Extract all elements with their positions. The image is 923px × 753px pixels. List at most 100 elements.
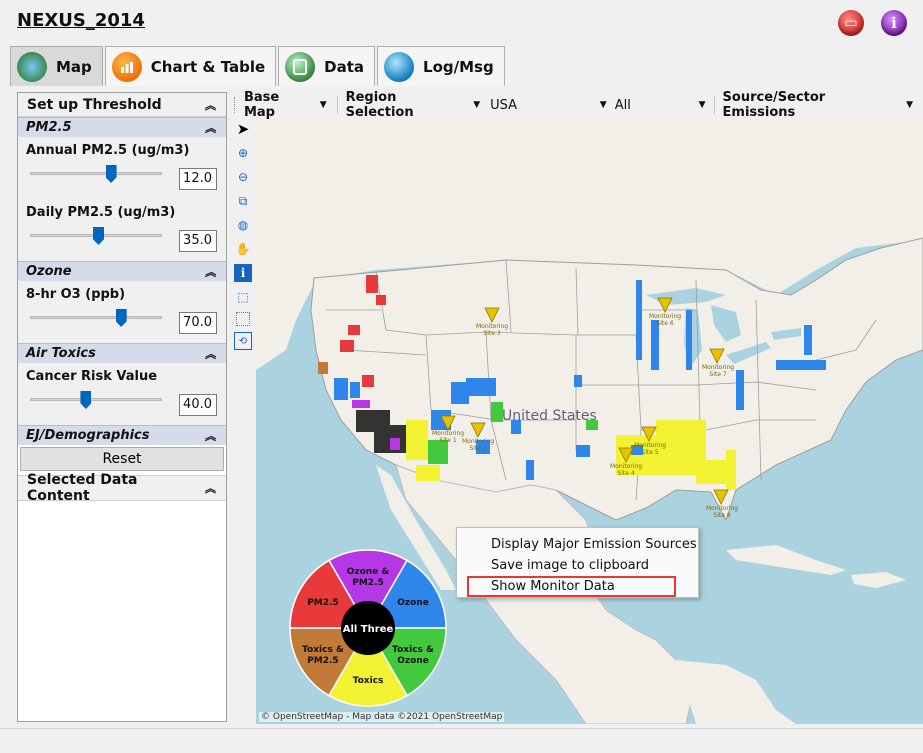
cancer-risk-value[interactable]: 40.0 bbox=[179, 394, 217, 416]
menu-item-show-monitor-data[interactable]: Show Monitor Data bbox=[467, 576, 676, 597]
book-icon[interactable]: ▭ bbox=[838, 10, 864, 36]
selected-data-header[interactable]: Selected Data Content ︽ bbox=[18, 472, 226, 504]
section-ozone-body: 8-hr O3 (ppb) 70.0 bbox=[18, 281, 226, 343]
monitor-label-site-5[interactable]: Monitoring Site 5 bbox=[634, 442, 666, 456]
caret-down-icon: ▼ bbox=[599, 100, 607, 110]
region-value: USA bbox=[490, 97, 518, 113]
monitor-label-line: Monitoring bbox=[462, 438, 495, 445]
cancer-risk-slider-thumb[interactable] bbox=[80, 391, 92, 409]
region-select[interactable]: USA ▼ bbox=[490, 98, 607, 113]
title-bar: NEXUS_2014 ▭ i bbox=[0, 0, 923, 44]
section-title: EJ/Demographics bbox=[26, 428, 150, 443]
section-title: Air Toxics bbox=[26, 346, 96, 361]
land-hispaniola bbox=[851, 572, 906, 588]
tab-map[interactable]: Map bbox=[10, 46, 103, 86]
base-map-dropdown[interactable]: Base Map ▼ bbox=[244, 90, 327, 120]
map-toolbar: Base Map ▼ Region Selection ▼ USA ▼ All ▼ So… bbox=[232, 90, 923, 120]
monitor-label-site-6[interactable]: Monitoring Site 6 bbox=[649, 313, 681, 327]
tab-chart-table[interactable]: Chart & Table bbox=[104, 46, 277, 86]
legend-segment-label: Ozone bbox=[397, 598, 429, 608]
select-rectangle-icon[interactable] bbox=[236, 312, 250, 326]
monitor-label-line: Site 7 bbox=[709, 371, 727, 378]
identify-info-icon[interactable]: i bbox=[234, 264, 252, 282]
annual-pm25-slider-thumb[interactable] bbox=[105, 165, 117, 183]
slider-track[interactable] bbox=[30, 316, 162, 319]
o3-value[interactable]: 70.0 bbox=[179, 312, 217, 334]
legend-segment-label: Toxics bbox=[353, 676, 384, 686]
menu-item-display-major-emission-sources[interactable]: Display Major Emission Sources bbox=[457, 534, 698, 555]
cancer-risk-label: Cancer Risk Value bbox=[26, 369, 158, 384]
collapse-icon[interactable]: ︽ bbox=[205, 480, 216, 496]
app-title: NEXUS_2014 bbox=[17, 10, 145, 31]
section-pm25-header[interactable]: PM2.5 ︽ bbox=[18, 117, 226, 137]
reset-button[interactable]: Reset bbox=[20, 447, 224, 471]
select-features-icon[interactable]: ⬚ bbox=[234, 288, 252, 306]
section-air-toxics-header[interactable]: Air Toxics ︽ bbox=[18, 343, 226, 363]
slider-track[interactable] bbox=[30, 398, 162, 401]
collapse-icon[interactable]: ︽ bbox=[205, 97, 216, 113]
legend-center-label: All Three bbox=[343, 624, 394, 635]
source-sector-dropdown[interactable]: Source/Sector Emissions ▼ bbox=[723, 90, 913, 120]
daily-pm25-slider-thumb[interactable] bbox=[93, 227, 104, 245]
threshold-panel: Set up Threshold ︽ PM2.5 ︽ Annual PM2.5 … bbox=[17, 92, 227, 722]
map-attribution[interactable]: © OpenStreetMap - Map data ©2021 OpenStr… bbox=[259, 712, 505, 722]
collapse-icon[interactable]: ︽ bbox=[205, 120, 216, 136]
source-sector-label: Source/Sector Emissions bbox=[722, 90, 826, 120]
caret-down-icon: ▼ bbox=[473, 100, 481, 110]
map-tool-strip: ➤ ⊕ ⊖ ⧉ ◍ ✋ i ⬚ ⟲ bbox=[232, 120, 254, 382]
monitor-label-line: Site 8 bbox=[713, 512, 731, 519]
legend-wheel-svg: Ozone & PM2.5 Ozone Toxics & Ozone Toxics Toxi… bbox=[289, 549, 447, 707]
menu-item-save-image-to-clipboard[interactable]: Save image to clipboard bbox=[457, 555, 698, 576]
threshold-header[interactable]: Set up Threshold ︽ bbox=[18, 93, 226, 117]
pan-hand-icon[interactable]: ✋ bbox=[234, 240, 252, 258]
context-menu: Display Major Emission Sources Save imag… bbox=[456, 527, 699, 598]
toolbar-grip bbox=[234, 97, 240, 113]
tab-label: Log/Msg bbox=[423, 57, 494, 76]
monitor-label-site-1[interactable]: Monitoring Site 1 bbox=[432, 430, 464, 444]
annual-pm25-label: Annual PM2.5 (ug/m3) bbox=[26, 143, 190, 158]
annual-pm25-value[interactable]: 12.0 bbox=[179, 168, 217, 190]
monitor-label-line: Monitoring bbox=[610, 463, 643, 470]
daily-pm25-slider-row: 35.0 bbox=[26, 225, 218, 253]
section-ozone-header[interactable]: Ozone ︽ bbox=[18, 261, 226, 281]
legend-segment-label: Ozone & PM2.5 bbox=[347, 567, 390, 588]
tab-label: Map bbox=[56, 57, 92, 76]
o3-slider-thumb[interactable] bbox=[115, 309, 127, 327]
zoom-out-icon[interactable]: ⊖ bbox=[234, 168, 252, 186]
clear-selection-icon[interactable]: ⟲ bbox=[234, 332, 252, 350]
pointer-icon[interactable]: ➤ bbox=[234, 120, 252, 138]
slider-track[interactable] bbox=[30, 172, 162, 175]
region-selection-dropdown[interactable]: Region Selection ▼ bbox=[346, 90, 481, 120]
sub-region-select[interactable]: All ▼ bbox=[615, 98, 706, 113]
monitor-label-site-8[interactable]: Monitoring Site 8 bbox=[706, 505, 738, 519]
monitor-label-site-2[interactable]: Monitoring Site 2 bbox=[462, 438, 494, 452]
tab-log-msg[interactable]: Log/Msg bbox=[377, 46, 505, 86]
legend-segment-label: PM2.5 bbox=[307, 598, 339, 608]
tab-data[interactable]: Data bbox=[278, 46, 376, 86]
monitor-label-site-3[interactable]: Monitoring Site 3 bbox=[476, 323, 508, 337]
zoom-in-icon[interactable]: ⊕ bbox=[234, 144, 252, 162]
tab-label: Data bbox=[324, 57, 365, 76]
collapse-icon[interactable]: ︽ bbox=[205, 346, 216, 362]
zoom-box-icon[interactable]: ⧉ bbox=[234, 192, 252, 210]
daily-pm25-label: Daily PM2.5 (ug/m3) bbox=[26, 205, 176, 220]
legend-segment-label: Toxics & Ozone bbox=[392, 645, 434, 666]
caret-down-icon: ▼ bbox=[698, 100, 706, 110]
monitor-label-line: Site 6 bbox=[656, 320, 674, 327]
monitor-label-site-7[interactable]: Monitoring Site 7 bbox=[702, 364, 734, 378]
section-air-toxics-body: Cancer Risk Value 40.0 bbox=[18, 363, 226, 425]
collapse-icon[interactable]: ︽ bbox=[205, 428, 216, 444]
collapse-icon[interactable]: ︽ bbox=[205, 264, 216, 280]
full-extent-globe-icon[interactable]: ◍ bbox=[234, 216, 252, 234]
monitor-label-line: Monitoring bbox=[706, 505, 739, 512]
base-map-label: Base Map bbox=[243, 90, 280, 120]
section-ej-header[interactable]: EJ/Demographics ︽ bbox=[18, 425, 226, 445]
daily-pm25-value[interactable]: 35.0 bbox=[179, 230, 217, 252]
region-selection-label: Region Selection bbox=[345, 90, 414, 120]
info-icon[interactable]: i bbox=[881, 10, 907, 36]
monitor-label-site-4[interactable]: Monitoring Site 4 bbox=[610, 463, 642, 477]
monitor-label-line: Site 2 bbox=[469, 445, 487, 452]
monitor-label-line: Site 3 bbox=[483, 330, 501, 337]
annual-pm25-slider-row: 12.0 bbox=[26, 163, 218, 191]
monitor-label-line: Monitoring bbox=[702, 364, 735, 371]
